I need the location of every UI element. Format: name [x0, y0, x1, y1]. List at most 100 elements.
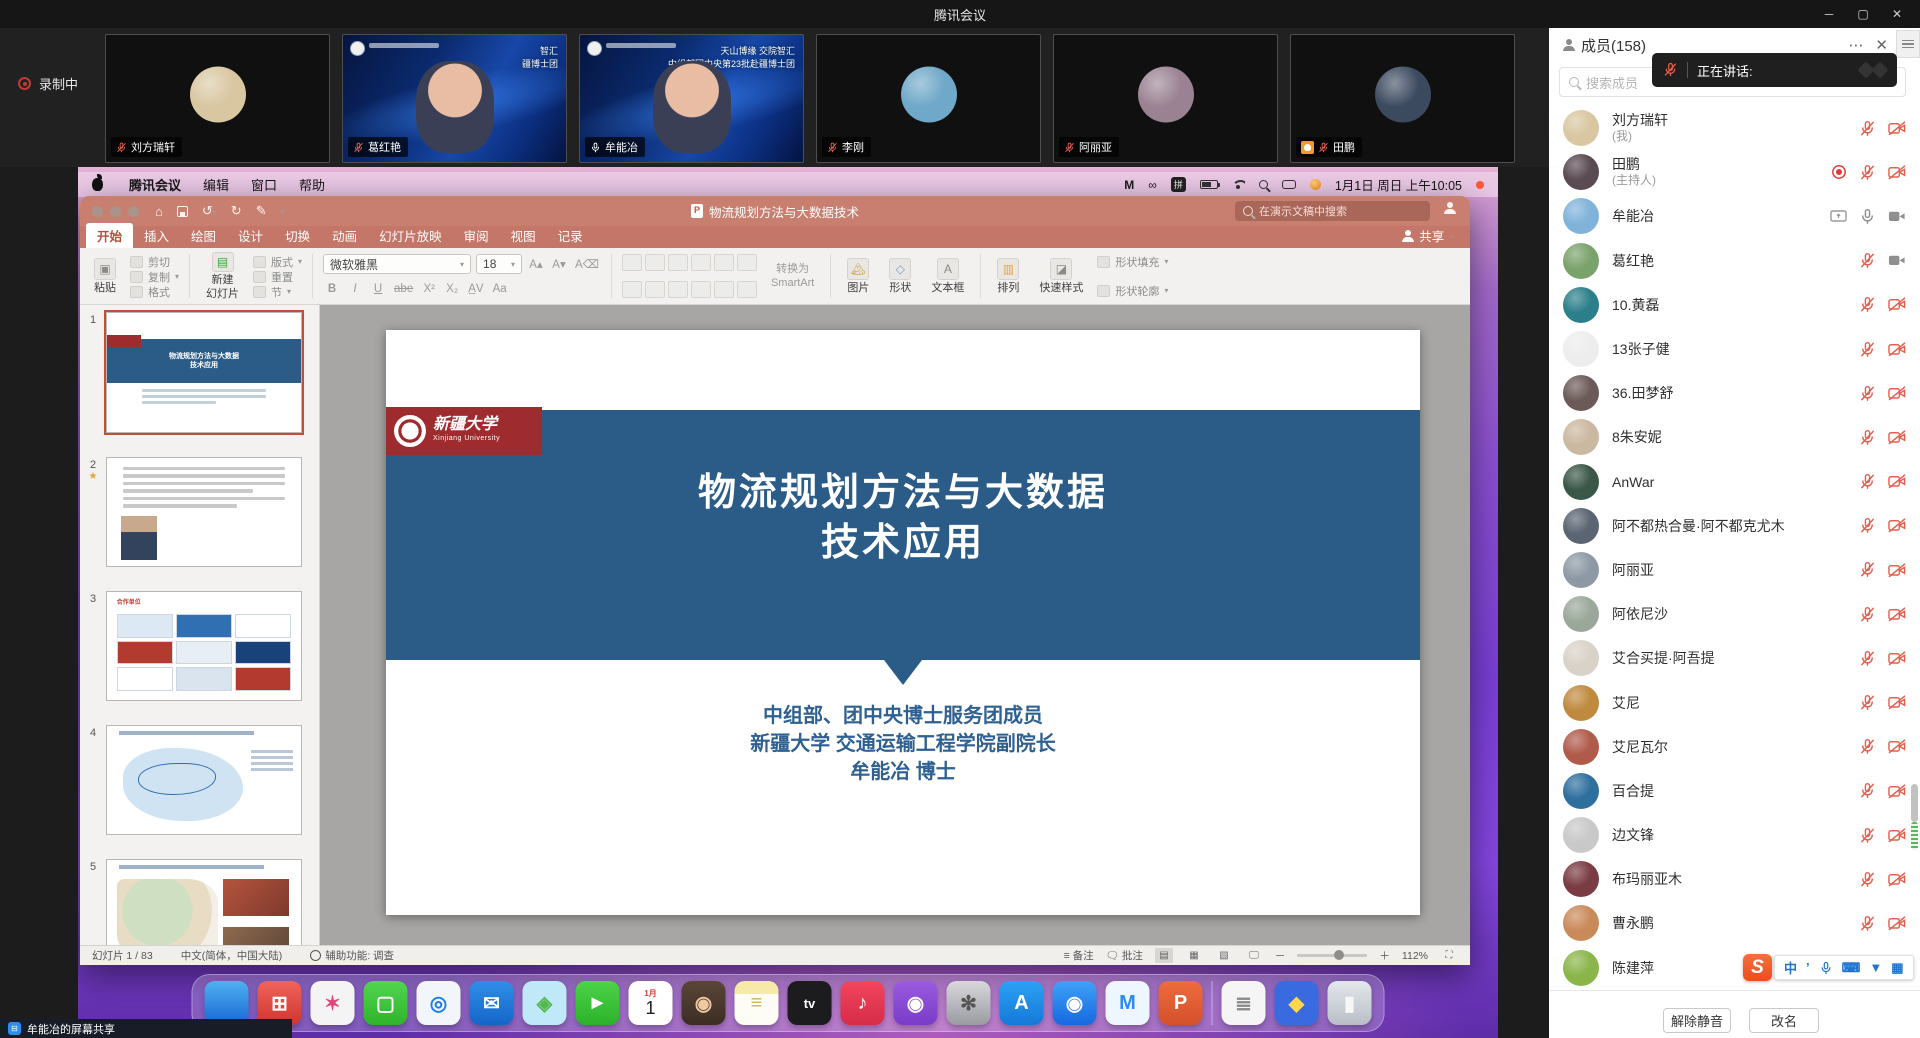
tab-4[interactable]: 设计 — [227, 223, 274, 248]
video-tile[interactable]: 刘方瑞轩 — [105, 34, 330, 163]
reading-view-button[interactable]: ▧ — [1215, 948, 1233, 963]
new-slide-button[interactable]: ▤ 新建幻灯片 — [200, 252, 245, 300]
unmute-button[interactable]: 解除静音 — [1663, 1008, 1731, 1033]
spotlight-icon[interactable] — [1259, 180, 1268, 189]
dock-icon-photo-booth[interactable]: ◉ — [682, 981, 726, 1025]
slide-thumbnail-4[interactable]: 4 — [80, 725, 319, 835]
slideshow-button[interactable]: 🖵 — [1245, 948, 1263, 963]
layout-button[interactable]: 版式▾ — [253, 254, 302, 269]
video-tile[interactable]: 李刚 — [816, 34, 1041, 163]
tab-5[interactable]: 切换 — [274, 223, 321, 248]
dock-icon-trash[interactable]: ▮ — [1328, 981, 1372, 1025]
wemeet-menubar-icon[interactable]: M — [1124, 178, 1134, 192]
ime-keyboard-icon[interactable]: ⌨ — [1842, 960, 1861, 976]
member-row[interactable]: 刘方瑞轩(我) — [1549, 106, 1920, 150]
section-button[interactable]: 节▾ — [253, 284, 302, 299]
member-row[interactable]: 百合提 — [1549, 769, 1920, 813]
dock-icon-tencent-meeting[interactable]: ◉ — [1053, 981, 1097, 1025]
redo-icon[interactable]: ↻ — [231, 203, 242, 219]
ppt-share-button[interactable]: 共享⌄ — [1402, 226, 1456, 245]
indent-increase-button[interactable] — [691, 254, 711, 271]
dock-icon-wemeet[interactable]: M — [1106, 981, 1150, 1025]
ime-skin-icon[interactable]: ▼ — [1869, 960, 1882, 975]
input-method-icon[interactable]: 拼 — [1171, 177, 1186, 192]
numbering-button[interactable] — [645, 254, 665, 271]
control-center-icon[interactable] — [1282, 180, 1296, 189]
format-button-b[interactable]: B — [323, 279, 341, 298]
tab-3[interactable]: 绘图 — [180, 223, 227, 248]
member-row[interactable]: 布玛丽亚木 — [1549, 857, 1920, 901]
dock-icon-safari[interactable]: ◎ — [417, 981, 461, 1025]
siri-icon[interactable] — [1310, 179, 1321, 190]
copy-button[interactable]: 复制▾ — [130, 269, 179, 284]
slide-thumbnail-1[interactable]: 1物流规划方法与大数据技术应用 — [80, 312, 319, 433]
normal-view-button[interactable]: ▤ — [1155, 948, 1173, 963]
align-text-button[interactable] — [737, 281, 757, 298]
tab-1[interactable]: 开始 — [86, 223, 133, 248]
sogou-logo-icon[interactable]: S — [1743, 954, 1772, 981]
dock-icon-messages[interactable]: ▢ — [364, 981, 408, 1025]
slide-thumbnail-5[interactable]: 5 — [80, 859, 319, 945]
shape-outline-button[interactable]: 形状轮廓▾ — [1097, 283, 1168, 298]
format-button-abe[interactable]: abe — [392, 279, 415, 298]
format-button-xx[interactable]: X₂ — [443, 279, 461, 298]
cut-button[interactable]: 剪切 — [130, 254, 179, 269]
traffic-lights[interactable] — [92, 206, 139, 217]
shape-fill-button[interactable]: 形状填充▾ — [1097, 254, 1168, 269]
dock-icon-notes[interactable]: ≡ — [735, 981, 779, 1025]
account-icon[interactable] — [1444, 202, 1460, 218]
arrange-button[interactable]: ▥排列 — [991, 252, 1025, 300]
member-row[interactable]: 葛红艳 — [1549, 239, 1920, 283]
sorter-view-button[interactable]: ▦ — [1185, 948, 1203, 963]
text-direction-button[interactable] — [714, 281, 734, 298]
line-spacing-button[interactable] — [714, 254, 734, 271]
member-row[interactable]: 艾尼 — [1549, 680, 1920, 724]
accessibility-status[interactable]: 辅助功能: 调查 — [310, 948, 394, 963]
convert-smartart-button[interactable]: 转换为SmartArt — [765, 252, 820, 300]
dock-icon-documents[interactable]: ≣ — [1222, 981, 1266, 1025]
align-center-button[interactable] — [645, 281, 665, 298]
zoom-in-button[interactable]: ＋ — [1379, 948, 1390, 963]
member-row[interactable]: 田鹏(主持人) — [1549, 150, 1920, 194]
font-size-select[interactable]: 18▾ — [476, 254, 522, 274]
shrink-font-button[interactable]: A▾ — [550, 255, 568, 274]
member-row[interactable]: 牟能冶 — [1549, 194, 1920, 238]
menu-item[interactable]: 帮助 — [299, 175, 325, 194]
draw-icon[interactable]: ✎ — [256, 203, 267, 219]
format-painter-button[interactable]: 格式 — [130, 284, 179, 299]
dock-icon-facetime[interactable]: ► — [576, 981, 620, 1025]
picture-button[interactable]: 🏔图片 — [841, 252, 875, 300]
dock-icon-preview[interactable]: ◆ — [1275, 981, 1319, 1025]
tab-8[interactable]: 审阅 — [453, 223, 500, 248]
align-right-button[interactable] — [668, 281, 688, 298]
ime-mic-icon[interactable] — [1819, 960, 1833, 976]
dock-icon-maps[interactable]: ◈ — [523, 981, 567, 1025]
home-icon[interactable]: ⌂ — [155, 204, 163, 219]
format-button-u[interactable]: U — [369, 279, 387, 298]
zoom-percent[interactable]: 112% — [1402, 950, 1428, 962]
member-row[interactable]: 曹永鹏 — [1549, 901, 1920, 945]
bullets-button[interactable] — [622, 254, 642, 271]
dock-icon-calendar[interactable]: 1月1 — [629, 981, 673, 1025]
quick-styles-button[interactable]: ◪快速样式 — [1033, 252, 1089, 300]
menu-item[interactable]: 编辑 — [203, 175, 229, 194]
apple-logo-icon[interactable] — [92, 178, 103, 191]
grow-font-button[interactable]: A▴ — [527, 255, 545, 274]
tab-2[interactable]: 插入 — [133, 223, 180, 248]
menu-item[interactable]: 腾讯会议 — [129, 175, 181, 194]
member-row[interactable]: 10.黄磊 — [1549, 283, 1920, 327]
tab-7[interactable]: 幻灯片放映 — [368, 223, 453, 248]
dock-icon-powerpoint[interactable]: P — [1159, 981, 1203, 1025]
dock-icon-apple-tv[interactable]: tv — [788, 981, 832, 1025]
ime-toolbox-icon[interactable]: ▦ — [1891, 960, 1903, 976]
scrollbar-thumb[interactable] — [1911, 784, 1918, 822]
format-button-axv[interactable]: A̲V — [466, 279, 485, 298]
zoom-slider[interactable] — [1297, 954, 1367, 957]
reset-button[interactable]: 重置 — [253, 269, 302, 284]
format-button-xx[interactable]: X² — [420, 279, 438, 298]
member-row[interactable]: 边文锋 — [1549, 813, 1920, 857]
dock-icon-music[interactable]: ♪ — [841, 981, 885, 1025]
undo-icon[interactable]: ↺▾ — [202, 203, 217, 219]
tab-10[interactable]: 记录 — [547, 223, 594, 248]
member-row[interactable]: 8朱安妮 — [1549, 415, 1920, 459]
